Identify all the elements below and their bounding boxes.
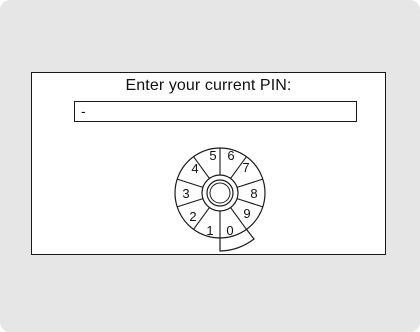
dial-digit-1[interactable]: 1 bbox=[206, 223, 213, 238]
pin-entry-dialog: Enter your current PIN: - 5 6 7 8 9 0 1 … bbox=[31, 72, 386, 255]
dial-digit-5[interactable]: 5 bbox=[209, 148, 216, 163]
dial-selected-segment bbox=[219, 229, 255, 252]
digit-dial[interactable]: 5 6 7 8 9 0 1 2 3 4 bbox=[160, 135, 280, 255]
dial-digit-2[interactable]: 2 bbox=[189, 209, 196, 224]
pin-prompt-label: Enter your current PIN: bbox=[125, 77, 292, 94]
dial-knob-center bbox=[209, 182, 231, 204]
dial-digit-3[interactable]: 3 bbox=[182, 186, 189, 201]
dial-digit-6[interactable]: 6 bbox=[227, 148, 234, 163]
dial-digit-7[interactable]: 7 bbox=[242, 160, 249, 175]
screen-background: Enter your current PIN: - 5 6 7 8 9 0 1 … bbox=[0, 0, 420, 332]
dial-digit-9[interactable]: 9 bbox=[243, 206, 250, 221]
dial-digit-8[interactable]: 8 bbox=[250, 186, 257, 201]
pin-input-field[interactable]: - bbox=[74, 101, 357, 122]
dial-digit-0[interactable]: 0 bbox=[226, 223, 233, 238]
dial-knob-inner-ring bbox=[206, 179, 234, 207]
dial-digit-4[interactable]: 4 bbox=[191, 161, 198, 176]
